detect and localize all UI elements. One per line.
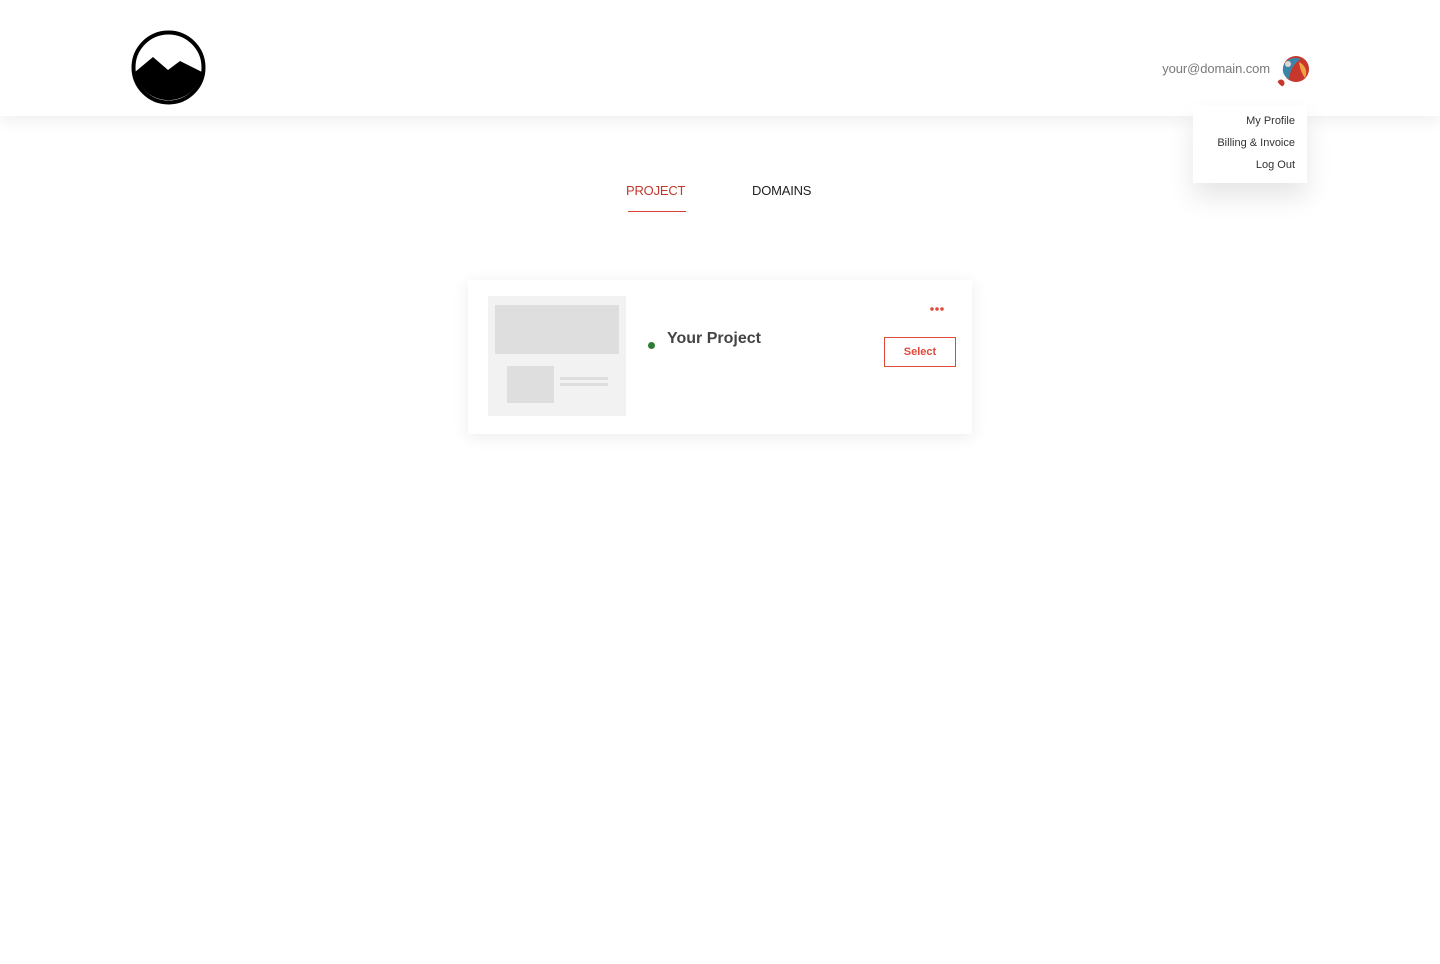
menu-item-log-out[interactable]: Log Out [1256, 159, 1295, 171]
select-button[interactable]: Select [884, 337, 956, 367]
user-menu-dropdown: My Profile Billing & Invoice Log Out [1193, 106, 1307, 183]
page: your@domain.com My Profile Billing & Inv… [0, 0, 1440, 964]
project-card: Your Project Select [468, 280, 972, 434]
project-status-dot [648, 342, 655, 349]
more-options-icon[interactable] [926, 302, 948, 316]
project-thumbnail-icon [488, 296, 626, 416]
project-name: Your Project [667, 330, 761, 347]
active-tab-indicator [628, 211, 686, 212]
tab-domains[interactable]: DOMAINS [752, 183, 811, 198]
top-header: your@domain.com [0, 0, 1440, 116]
user-email[interactable]: your@domain.com [1140, 61, 1270, 76]
avatar-icon[interactable] [1274, 52, 1312, 90]
tab-project[interactable]: PROJECT [626, 183, 685, 198]
menu-item-billing-invoice[interactable]: Billing & Invoice [1217, 137, 1295, 149]
menu-item-my-profile[interactable]: My Profile [1246, 115, 1295, 127]
logo-icon[interactable] [131, 30, 206, 105]
